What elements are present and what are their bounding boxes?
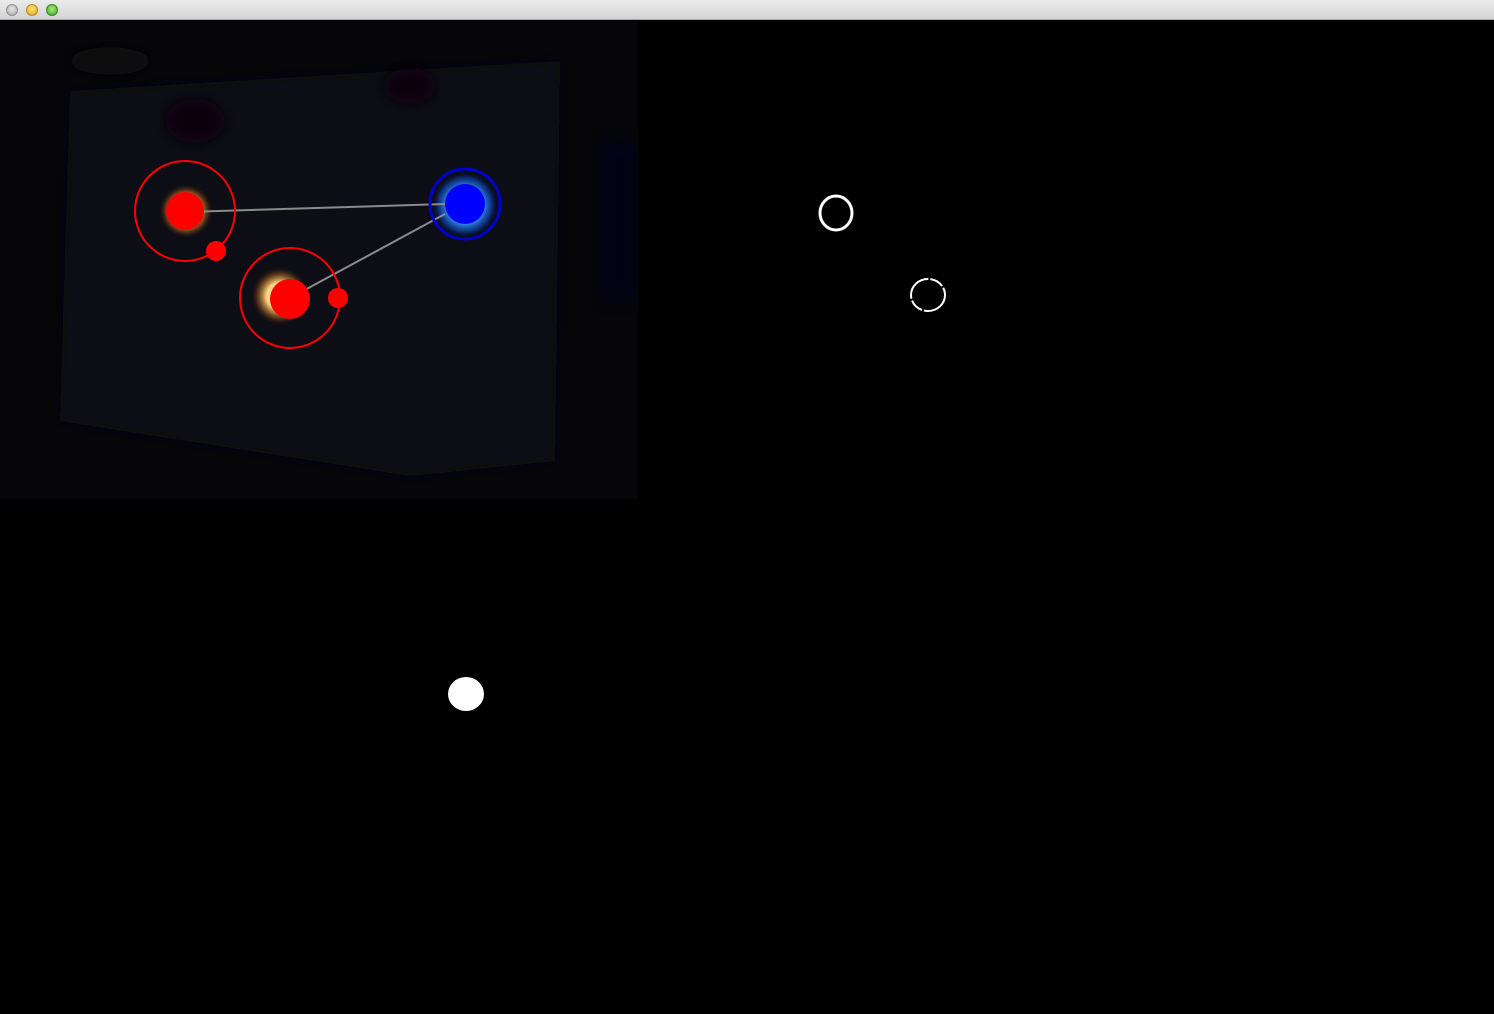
app-window	[0, 0, 1494, 1014]
background-card	[60, 61, 560, 476]
window-titlebar[interactable]	[0, 0, 1494, 20]
camera-feed-canvas	[60, 47, 638, 476]
minimize-button[interactable]	[26, 4, 38, 16]
maximize-button[interactable]	[46, 4, 58, 16]
background-shadow	[70, 47, 150, 75]
mask-blob-filled	[448, 677, 484, 711]
camera-edge-tint	[600, 141, 638, 301]
close-button[interactable]	[6, 4, 18, 16]
blue-mask-pane	[0, 499, 1494, 1014]
mask-blob-outline	[910, 278, 946, 312]
blue-mask-canvas	[448, 677, 484, 711]
mask-blob-outline	[818, 194, 854, 232]
red-mask-pane	[638, 21, 1494, 499]
blue-marker-dot	[445, 184, 485, 224]
red-marker-dot	[270, 279, 310, 319]
camera-feed-pane	[0, 21, 638, 499]
background-shadow	[384, 68, 436, 104]
red-marker-dot	[166, 192, 204, 230]
red-marker-orbit-dot	[328, 288, 348, 308]
red-mask-canvas	[818, 194, 946, 312]
background-shadow	[165, 99, 225, 143]
red-marker-orbit-dot	[206, 241, 226, 261]
